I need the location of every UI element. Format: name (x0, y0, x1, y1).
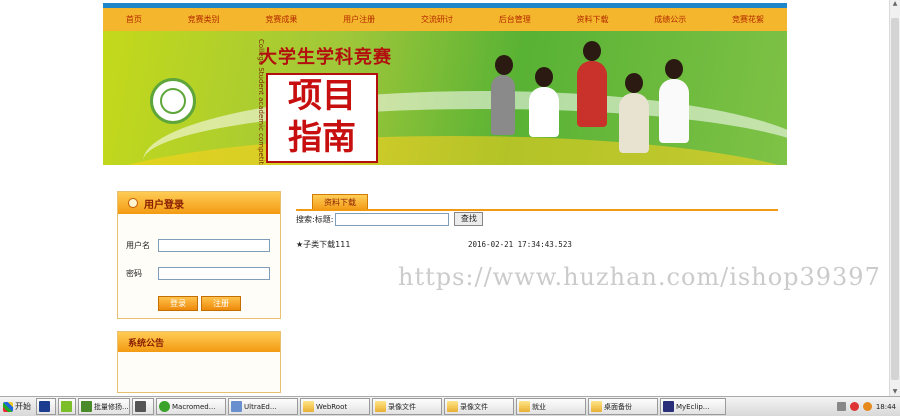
taskbar-item-video2[interactable]: 录像文件 (444, 398, 514, 415)
folder-icon (375, 401, 386, 412)
header-banner: College Student academic competition Pro… (103, 31, 787, 165)
taskbar-label: 桌面备份 (604, 402, 632, 411)
top-navigation: 首页 竞赛类别 竞赛成果 用户注册 交流研讨 后台管理 资料下载 成绩公示 竞赛… (103, 3, 787, 31)
taskbar-item-webroot[interactable]: WebRoot (300, 398, 370, 415)
watermark: https://www.huzhan.com/ishop39397 (398, 263, 881, 291)
scroll-up-icon[interactable]: ▲ (890, 0, 900, 8)
tab-divider (296, 209, 778, 211)
taskbar-label: Macromed... (172, 402, 216, 411)
username-row: 用户名 (126, 239, 270, 252)
nav-item-admin[interactable]: 后台管理 (499, 14, 531, 25)
taskbar-item-batch[interactable]: 批量修扬... (78, 398, 130, 415)
password-field[interactable] (158, 267, 270, 280)
search-label: 搜索:标题: (296, 214, 334, 224)
nav-item-discussion[interactable]: 交流研讨 (421, 14, 453, 25)
login-header: 用户登录 (118, 192, 280, 214)
start-label: 开始 (15, 402, 31, 411)
nav-item-results[interactable]: 竞赛成果 (265, 14, 297, 25)
folder-icon (303, 401, 314, 412)
taskbar-label: WebRoot (316, 402, 348, 411)
banner-big-line2: 指南 (288, 118, 356, 158)
download-item-title[interactable]: ★子类下载111 (296, 239, 468, 250)
nav-item-categories[interactable]: 竞赛类别 (188, 14, 220, 25)
taskbar-label: 批量修扬... (94, 402, 129, 411)
android-icon (61, 401, 72, 412)
taskbar-item-camera[interactable] (132, 398, 154, 415)
nav-item-scores[interactable]: 成绩公示 (654, 14, 686, 25)
folder-icon (447, 401, 458, 412)
folder-icon (519, 401, 530, 412)
banner-big-line1: 项目 (288, 76, 356, 116)
dreamweaver-icon (159, 401, 170, 412)
windows-logo-icon (3, 401, 13, 412)
search-bar: 搜索:标题: 查找 (296, 212, 484, 226)
taskbar-item-video1[interactable]: 录像文件 (372, 398, 442, 415)
login-button[interactable]: 登录 (158, 296, 198, 311)
myeclipse-icon (663, 401, 674, 412)
taskbar-item-desktop-backup[interactable]: 桌面备份 (588, 398, 658, 415)
taskbar-item-myeclipse[interactable]: MyEclip... (660, 398, 726, 415)
user-icon (128, 198, 138, 208)
taskbar-item-photoshop[interactable] (36, 398, 56, 415)
taskbar-label: UltraEd... (244, 402, 277, 411)
search-input[interactable] (335, 212, 450, 226)
system-tray: 18:44 (833, 398, 900, 416)
taskbar-label: 就业 (532, 402, 546, 411)
banner-big-title: 项目 指南 (266, 73, 378, 163)
taskbar-item-macromedia[interactable]: Macromed... (156, 398, 226, 415)
username-field[interactable] (158, 239, 270, 252)
notice-panel: 系统公告 (117, 331, 281, 393)
qq-icon[interactable] (849, 402, 859, 411)
taskbar-label: 录像文件 (460, 402, 488, 411)
list-item: ★子类下载111 2016-02-21 17:34:43.523 (296, 238, 776, 251)
register-button[interactable]: 注册 (201, 296, 241, 311)
folder-icon (591, 401, 602, 412)
nav-item-register[interactable]: 用户注册 (343, 14, 375, 25)
scroll-thumb[interactable] (891, 18, 899, 380)
taskbar-item-jobs[interactable]: 就业 (516, 398, 586, 415)
nav-item-highlights[interactable]: 竞赛花絮 (732, 14, 764, 25)
download-item-date: 2016-02-21 17:34:43.523 (468, 240, 572, 249)
printer-icon[interactable] (836, 402, 846, 411)
tab-downloads[interactable]: 资料下载 (312, 194, 368, 210)
clock: 18:44 (875, 402, 896, 411)
taskbar-item-ultraedit[interactable]: UltraEd... (228, 398, 298, 415)
app-icon (81, 401, 92, 412)
photoshop-icon (39, 401, 50, 412)
taskbar-item-android[interactable] (58, 398, 76, 415)
scroll-down-icon[interactable]: ▼ (890, 388, 900, 396)
nav-item-downloads[interactable]: 资料下载 (576, 14, 608, 25)
start-button[interactable]: 开始 (0, 398, 34, 416)
ultraedit-icon (231, 401, 242, 412)
notice-header: 系统公告 (118, 332, 280, 352)
windows-taskbar: 开始 批量修扬... Macromed... UltraEd... WebRoo… (0, 396, 900, 416)
search-button[interactable]: 查找 (454, 212, 484, 226)
camera-icon (135, 401, 146, 412)
login-header-title: 用户登录 (144, 199, 184, 211)
taskbar-label: 录像文件 (388, 402, 416, 411)
qq-icon-2[interactable] (862, 402, 872, 411)
banner-title: 大学生学科竞赛 (259, 47, 392, 68)
school-logo-icon (150, 78, 196, 124)
taskbar-label: MyEclip... (676, 402, 710, 411)
nav-item-home[interactable]: 首页 (126, 14, 142, 25)
password-row: 密码 (126, 267, 270, 280)
notice-header-title: 系统公告 (128, 338, 165, 349)
vertical-scrollbar[interactable]: ▲ ▼ (889, 0, 900, 396)
download-list: ★子类下载111 2016-02-21 17:34:43.523 (296, 238, 776, 251)
login-panel: 用户登录 用户名 密码 登录 注册 (117, 191, 281, 319)
password-label: 密码 (126, 269, 142, 278)
username-label: 用户名 (126, 241, 150, 250)
